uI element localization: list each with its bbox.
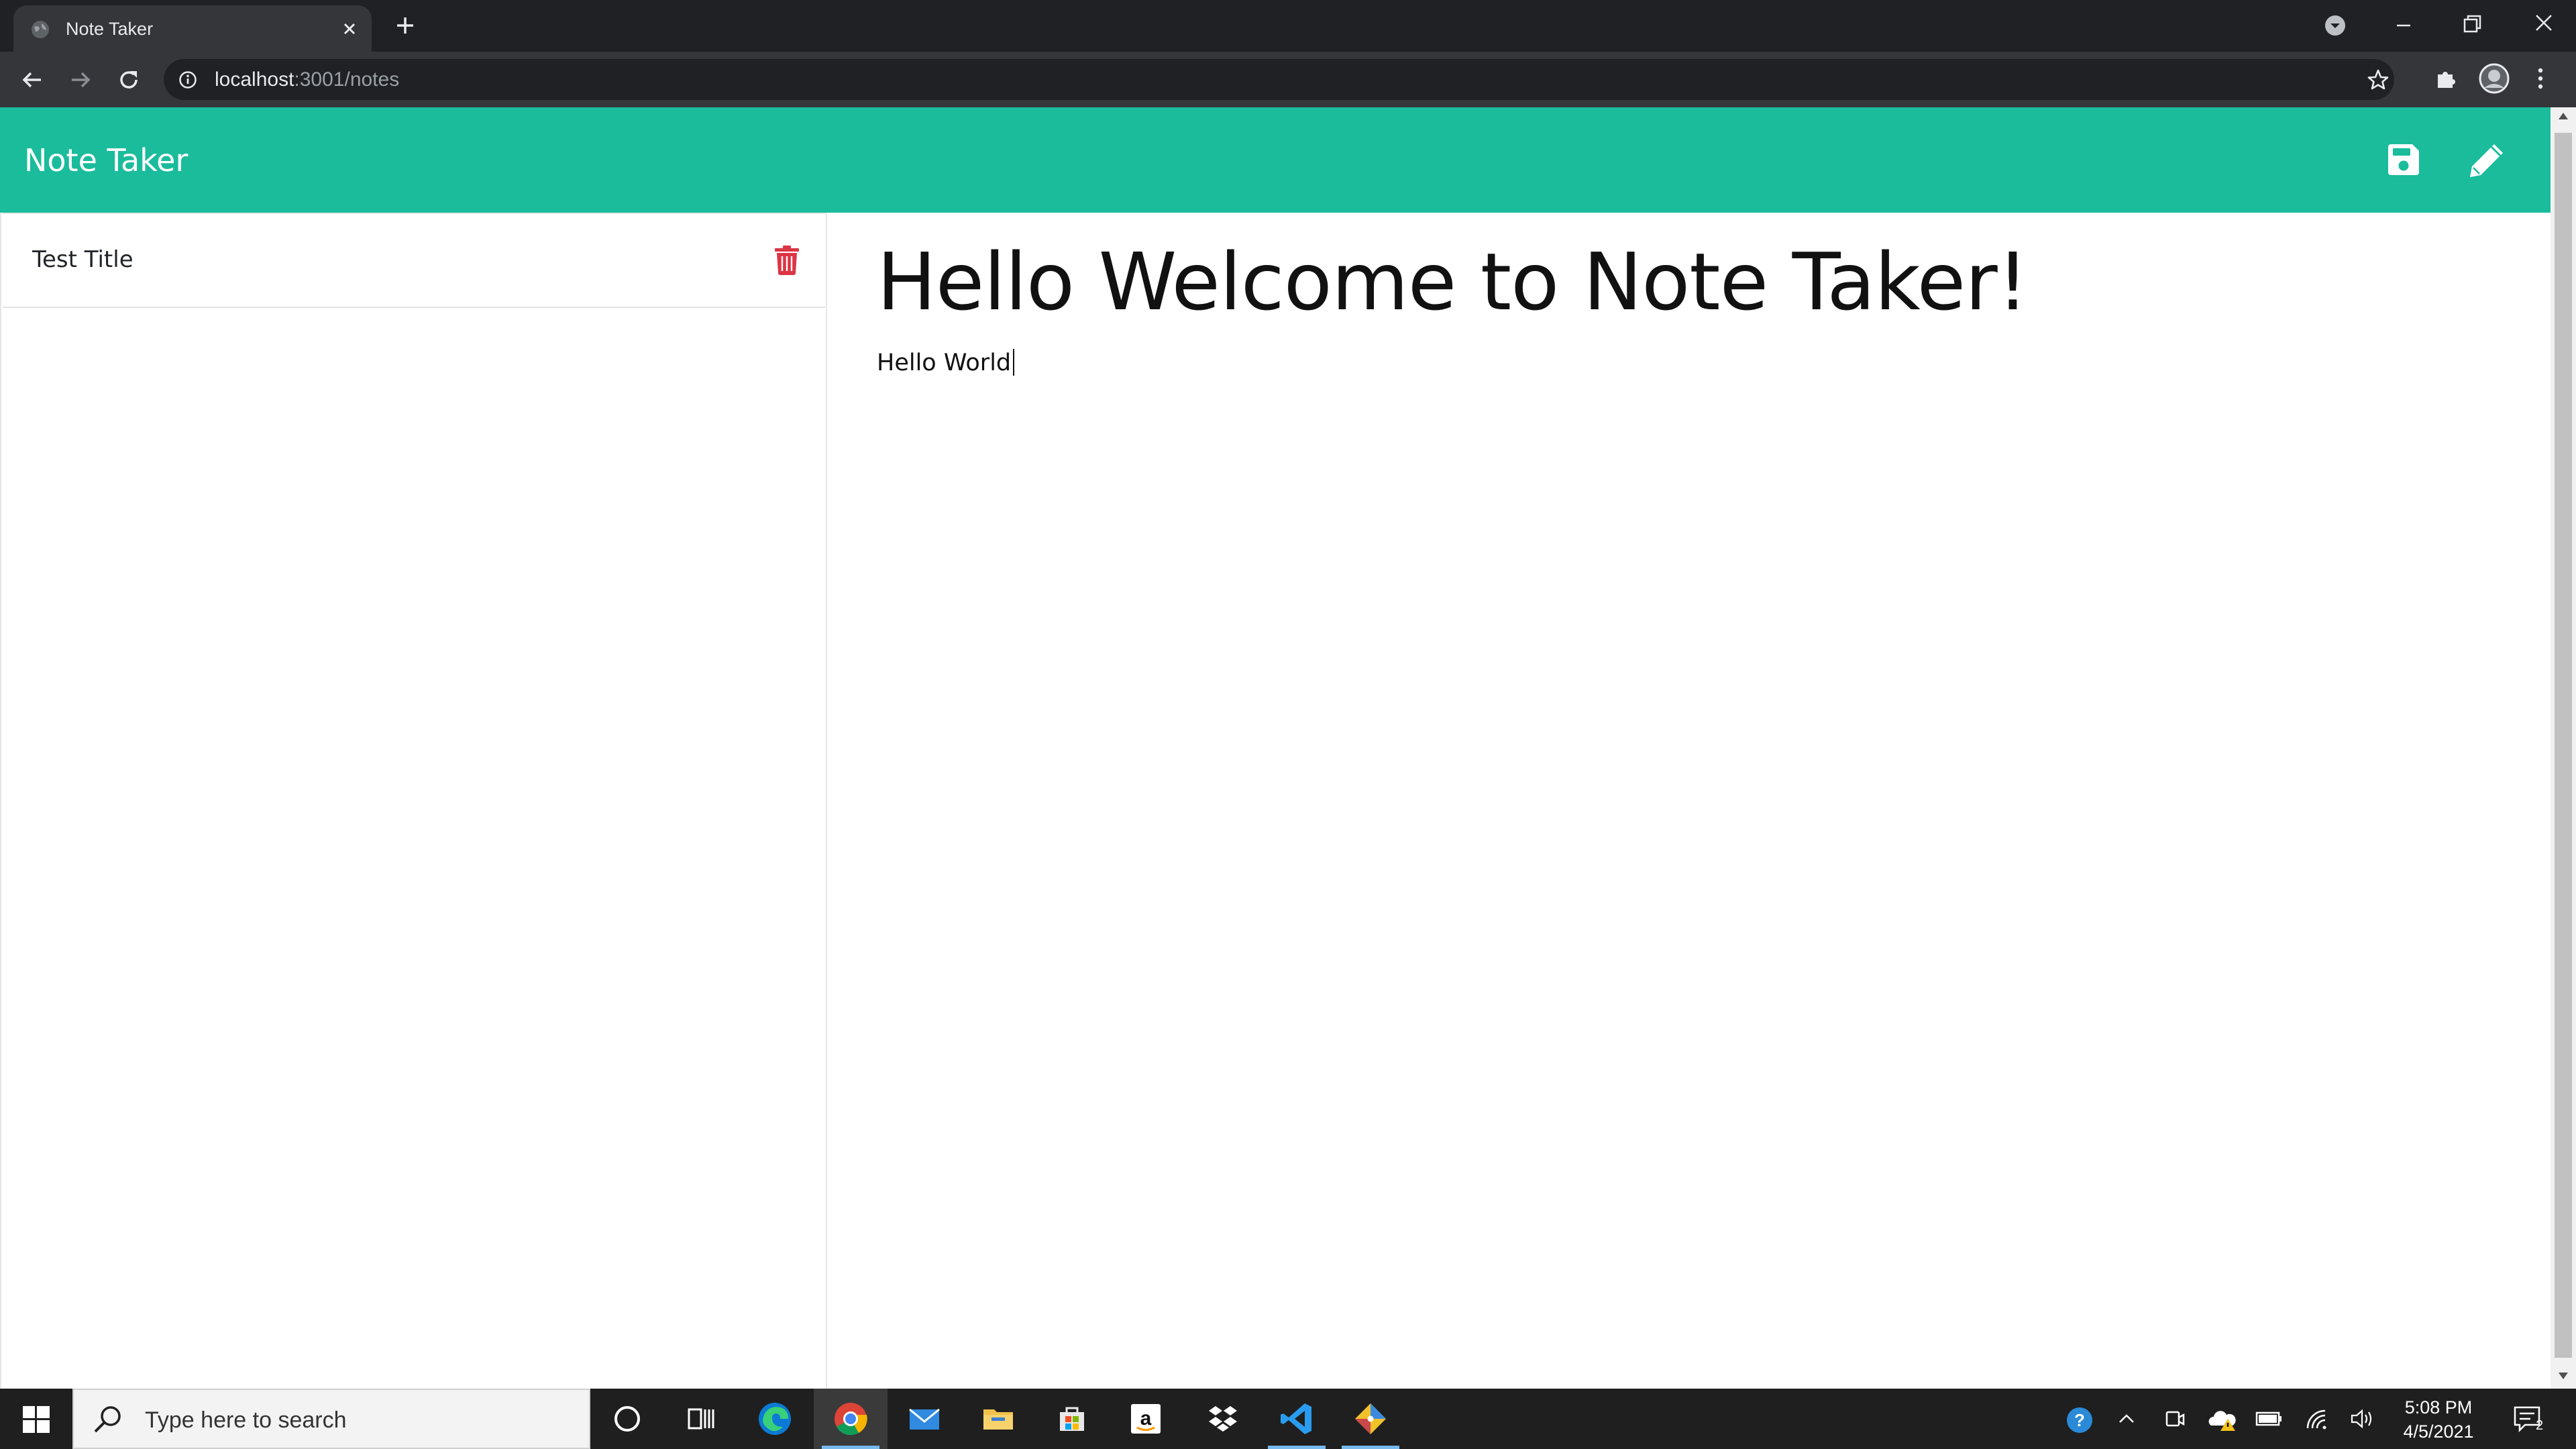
site-info-icon[interactable] bbox=[178, 70, 197, 89]
taskbar-search-box[interactable]: Type here to search bbox=[72, 1389, 590, 1449]
file-explorer-icon bbox=[979, 1400, 1017, 1438]
task-view-icon bbox=[682, 1400, 720, 1438]
meet-now-icon[interactable] bbox=[2161, 1405, 2188, 1432]
windows-start-icon[interactable] bbox=[23, 1406, 50, 1433]
browser-toolbar: localhost:3001/notes bbox=[0, 52, 2576, 107]
git-button[interactable] bbox=[1334, 1389, 1407, 1449]
address-bar[interactable]: localhost:3001/notes bbox=[164, 59, 2394, 100]
svg-text:?: ? bbox=[2074, 1410, 2085, 1430]
note-item-title: Test Title bbox=[32, 246, 133, 273]
forward-arrow-icon[interactable] bbox=[67, 66, 94, 93]
edge-button[interactable] bbox=[738, 1389, 812, 1449]
browser-tab[interactable]: Note Taker bbox=[13, 5, 372, 52]
file-explorer-button[interactable] bbox=[961, 1389, 1035, 1449]
note-list-item[interactable]: Test Title bbox=[3, 213, 825, 308]
chevron-up-icon[interactable] bbox=[2114, 1405, 2139, 1432]
restore-window-icon[interactable] bbox=[2459, 11, 2485, 38]
wifi-icon[interactable] bbox=[2302, 1405, 2332, 1432]
store-button[interactable] bbox=[1035, 1389, 1109, 1449]
kebab-menu-icon[interactable] bbox=[2535, 65, 2546, 92]
reload-icon[interactable] bbox=[115, 66, 142, 93]
url-host: localhost bbox=[215, 68, 294, 91]
save-note-icon[interactable] bbox=[2385, 141, 2422, 178]
clock-date: 4/5/2021 bbox=[2403, 1421, 2474, 1442]
note-body-text: Hello World bbox=[877, 350, 1012, 376]
svg-text:a: a bbox=[1140, 1407, 1152, 1430]
cortana-button[interactable] bbox=[590, 1389, 664, 1449]
tab-search-icon[interactable] bbox=[2323, 13, 2347, 38]
note-editor: Hello Welcome to Note Taker! Hello World bbox=[828, 213, 2551, 1389]
onedrive-warning-icon[interactable] bbox=[2206, 1405, 2238, 1432]
amazon-icon: a bbox=[1127, 1400, 1165, 1438]
profile-avatar-icon[interactable] bbox=[2478, 62, 2510, 95]
close-tab-icon[interactable] bbox=[338, 17, 361, 40]
vscode-icon bbox=[1278, 1400, 1316, 1438]
extensions-puzzle-icon[interactable] bbox=[2432, 65, 2459, 92]
browser-tabstrip: Note Taker bbox=[0, 0, 2576, 52]
windows-taskbar: Type here to search a ? 5:08 PM 4/5/2021… bbox=[0, 1389, 2576, 1449]
note-textarea[interactable]: Hello World bbox=[877, 348, 1015, 378]
app-brand[interactable]: Note Taker bbox=[24, 142, 188, 178]
bookmark-star-icon[interactable] bbox=[2367, 68, 2390, 91]
search-icon bbox=[91, 1403, 123, 1436]
mail-button[interactable] bbox=[888, 1389, 961, 1449]
dropbox-button[interactable] bbox=[1186, 1389, 1260, 1449]
notification-count-badge: 2 bbox=[2536, 1418, 2544, 1433]
url-text: localhost:3001/notes bbox=[215, 68, 399, 91]
trash-icon[interactable] bbox=[773, 245, 801, 276]
chrome-icon bbox=[832, 1400, 869, 1438]
battery-icon[interactable] bbox=[2254, 1405, 2284, 1432]
note-title-input[interactable]: Hello Welcome to Note Taker! bbox=[877, 231, 2029, 332]
help-question-icon[interactable]: ? bbox=[2065, 1405, 2094, 1435]
new-tab-plus-icon[interactable] bbox=[392, 12, 419, 39]
page-scrollbar[interactable] bbox=[2551, 107, 2576, 1389]
dropbox-icon bbox=[1204, 1400, 1242, 1438]
page-viewport: Note Taker Test Title Hello Welcome to N… bbox=[0, 107, 2576, 1389]
minimize-icon[interactable] bbox=[2390, 12, 2417, 39]
scroll-up-arrow-icon[interactable] bbox=[2558, 111, 2569, 121]
vscode-button[interactable] bbox=[1260, 1389, 1334, 1449]
clock-time: 5:08 PM bbox=[2404, 1397, 2473, 1417]
store-icon bbox=[1053, 1400, 1091, 1438]
app-navbar: Note Taker bbox=[0, 107, 2551, 213]
scroll-down-arrow-icon[interactable] bbox=[2558, 1371, 2569, 1381]
volume-icon[interactable] bbox=[2348, 1405, 2377, 1432]
globe-icon bbox=[30, 19, 51, 40]
notes-sidebar: Test Title bbox=[0, 213, 827, 1389]
text-caret bbox=[1013, 349, 1015, 376]
url-path: :3001/notes bbox=[294, 68, 400, 91]
git-icon bbox=[1352, 1400, 1389, 1438]
search-placeholder: Type here to search bbox=[145, 1407, 347, 1433]
taskbar-clock[interactable]: 5:08 PM 4/5/2021 bbox=[2388, 1395, 2489, 1444]
edge-icon bbox=[756, 1400, 794, 1438]
cortana-icon bbox=[608, 1400, 646, 1438]
scrollbar-thumb[interactable] bbox=[2555, 133, 2572, 1358]
back-arrow-icon[interactable] bbox=[19, 66, 46, 93]
pencil-icon[interactable] bbox=[2465, 138, 2509, 182]
task-view-button[interactable] bbox=[664, 1389, 738, 1449]
chrome-button[interactable] bbox=[814, 1389, 888, 1449]
tab-title: Note Taker bbox=[66, 19, 154, 39]
amazon-button[interactable]: a bbox=[1109, 1389, 1183, 1449]
close-window-icon[interactable] bbox=[2530, 9, 2557, 36]
mail-icon bbox=[906, 1400, 943, 1438]
